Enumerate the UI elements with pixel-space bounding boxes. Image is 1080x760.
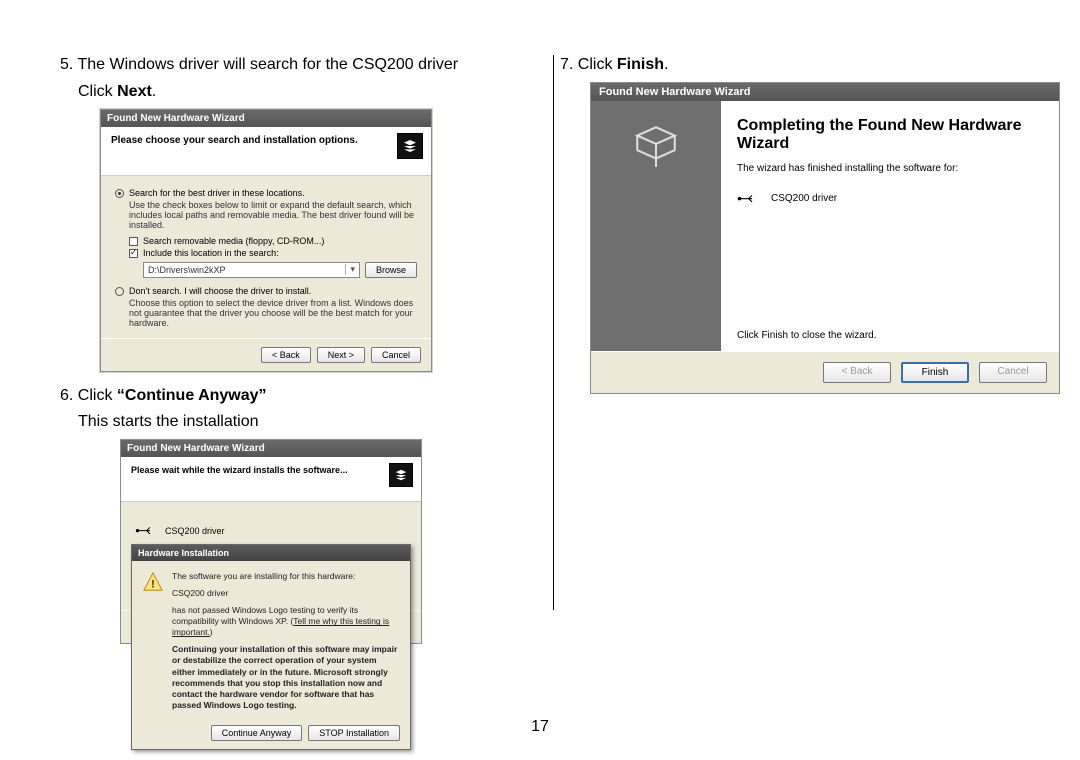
finish-button[interactable]: Finish [901,362,969,383]
screenshot-6: Found New Hardware Wizard Please wait wh… [120,439,520,719]
wizard3-left-graphic [591,101,721,351]
checkbox-icon [129,249,138,258]
back-button: < Back [823,362,891,383]
popup-body: ! The software you are installing for th… [132,561,410,719]
radio-dont-search[interactable]: Don't search. I will choose the driver t… [115,286,417,296]
wizard2-panel: Please wait while the wizard installs th… [121,457,421,502]
wizard2-panel-title: Please wait while the wizard installs th… [131,465,411,475]
radio2-label: Don't search. I will choose the driver t… [129,286,311,296]
wizard3-heading: Completing the Found New Hardware Wizard [737,117,1043,153]
wizard-search-options: Found New Hardware Wizard Please choose … [100,109,432,372]
instr7-dot: . [664,56,668,73]
check2-label: Include this location in the search: [143,248,279,258]
cancel-button: Cancel [979,362,1047,383]
device-row: CSQ200 driver [135,524,407,538]
hardware-icon [629,119,683,173]
column-divider [553,55,554,610]
page-number: 17 [0,718,1080,736]
wizard1-footer: < Back Next > Cancel [101,338,431,371]
wizard3-line: The wizard has finished installing the s… [737,163,1043,174]
instr6-bold: “Continue Anyway” [117,387,267,404]
popup-titlebar: Hardware Installation [132,545,410,561]
instr5-bold: Next [117,83,152,100]
wizard3-closeline: Click Finish to close the wizard. [737,314,1043,341]
instr5-click: Click [78,83,117,100]
instruction-6a: 6. Click “Continue Anyway” [60,386,520,407]
browse-button[interactable]: Browse [365,262,417,278]
radio1-label: Search for the best driver in these loca… [129,188,305,198]
instr5-dot: . [152,83,156,100]
popup-l1: The software you are installing for this… [172,571,355,581]
instruction-7: 7. Click Finish. [560,55,1020,76]
popup-dev: CSQ200 driver [172,588,400,599]
device-name: CSQ200 driver [165,526,225,536]
wizard-installing: Found New Hardware Wizard Please wait wh… [120,439,422,644]
radio1-desc: Use the check boxes below to limit or ex… [129,200,417,230]
wizard3-main: Completing the Found New Hardware Wizard… [591,101,1059,351]
wizard3-right: Completing the Found New Hardware Wizard… [721,101,1059,351]
wizard1-panel-title: Please choose your search and installati… [111,135,421,146]
device-icon [397,133,423,159]
warning-icon: ! [142,571,164,593]
path-row: D:\Drivers\win2kXP ▾ Browse [143,262,417,278]
radio2-desc: Choose this option to select the device … [129,298,417,328]
popup-bold: Continuing your installation of this sof… [172,644,400,710]
screenshot-7: Found New Hardware Wizard Completing the… [590,82,1020,394]
usb-icon [135,524,155,538]
next-button[interactable]: Next > [317,347,365,363]
instr6-text-b: This starts the installation [78,413,259,430]
back-button[interactable]: < Back [261,347,311,363]
instr7-bold: Finish [617,56,664,73]
wizard2-titlebar: Found New Hardware Wizard [121,440,421,457]
cancel-button[interactable]: Cancel [371,347,421,363]
radio-dot-icon [115,287,124,296]
svg-text:!: ! [151,579,155,591]
right-column: 7. Click Finish. Found New Hardware Wiza… [560,55,1020,719]
radio-search-best[interactable]: Search for the best driver in these loca… [115,188,417,198]
path-input[interactable]: D:\Drivers\win2kXP ▾ [143,262,360,278]
checkbox-icon [129,237,138,246]
wizard1-body: Search for the best driver in these loca… [101,176,431,338]
device-icon [389,463,413,487]
device-row: CSQ200 driver [737,192,1043,206]
check-include-location[interactable]: Include this location in the search: [129,248,417,258]
device-name: CSQ200 driver [771,193,837,204]
left-column: 5. The Windows driver will search for th… [60,55,520,719]
wizard3-titlebar: Found New Hardware Wizard [591,83,1059,101]
check1-label: Search removable media (floppy, CD-ROM..… [143,236,324,246]
wizard3-footer: < Back Finish Cancel [591,351,1059,393]
usb-icon [737,192,757,206]
radio-dot-icon [115,189,124,198]
instruction-5a: 5. The Windows driver will search for th… [60,55,520,76]
popup-l2b: ) [210,627,213,637]
instr7-click: 7. Click [560,56,617,73]
popup-text: The software you are installing for this… [172,571,400,711]
instr5-text-a: 5. The Windows driver will search for th… [60,56,458,73]
chevron-down-icon[interactable]: ▾ [345,264,355,275]
wizard1-titlebar: Found New Hardware Wizard [101,110,431,127]
instruction-6b: This starts the installation [78,412,520,433]
wizard-complete: Found New Hardware Wizard Completing the… [590,82,1060,394]
wizard1-panel: Please choose your search and installati… [101,127,431,176]
instr6-click: 6. Click [60,387,117,404]
instruction-5b: Click Next. [78,82,520,103]
path-value: D:\Drivers\win2kXP [148,265,226,275]
check-removable-media[interactable]: Search removable media (floppy, CD-ROM..… [129,236,417,246]
screenshot-5: Found New Hardware Wizard Please choose … [100,109,520,372]
